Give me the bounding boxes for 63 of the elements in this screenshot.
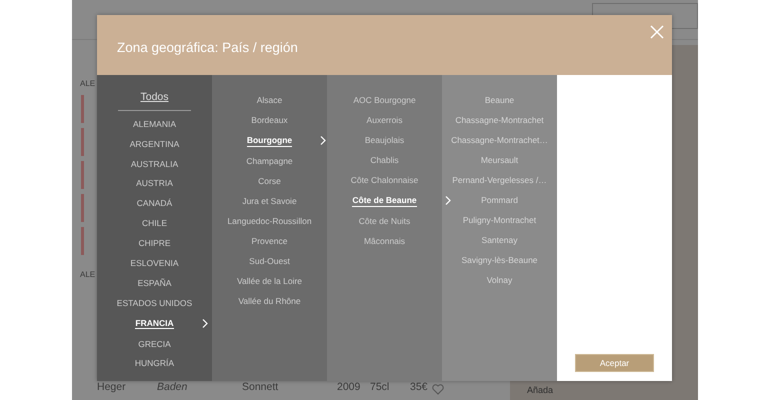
all-option[interactable]: Todos [118, 90, 191, 111]
region-option[interactable]: HUNGRÍA [134, 359, 174, 369]
region-option[interactable]: AUSTRALIA [130, 160, 178, 170]
region-option[interactable]: ALEMANIA [133, 120, 176, 130]
region-option[interactable]: ESLOVENIA [130, 258, 179, 268]
region-option[interactable]: ESPAÑA [138, 278, 172, 288]
heart-icon[interactable] [432, 384, 444, 395]
vintage-cell-text: 2009 [337, 382, 362, 395]
region-option[interactable]: Mâconnais [364, 237, 406, 246]
region-option[interactable]: Vallée de la Loire [236, 277, 302, 286]
price-cell-text: 35€ [410, 382, 429, 395]
row-marker [81, 161, 84, 189]
region-option[interactable]: Beaujolais [364, 136, 404, 146]
region-option[interactable]: Beaune [484, 96, 514, 106]
region-option[interactable]: Côte Chalonnaise [350, 176, 418, 186]
wine-name-cell-text: Sonnett [242, 382, 280, 395]
region-option[interactable]: Santenay [482, 236, 518, 246]
region-option[interactable]: CHILE [142, 219, 168, 229]
row-marker [81, 95, 84, 123]
region-option[interactable]: Languedoc-Roussillon [227, 217, 312, 226]
region-option[interactable]: AUSTRIA [136, 179, 173, 189]
region-option[interactable]: CHIPRE [138, 239, 171, 249]
size-cell-text: 75cl [370, 382, 390, 395]
accept-button[interactable]: Aceptar [575, 354, 654, 372]
region-option[interactable]: Chablis [370, 156, 399, 166]
section-label: ALE [80, 269, 96, 281]
close-icon [650, 25, 664, 40]
region-option[interactable]: GRECIA [138, 340, 171, 350]
region-option[interactable]: Volnay [486, 276, 512, 286]
region-option[interactable]: Provence [252, 237, 288, 246]
row-marker [81, 194, 84, 222]
region-option[interactable]: Chassagne-Montrachet… [451, 136, 548, 146]
row-marker [81, 128, 84, 156]
region-option[interactable]: Puligny-Montrachet [462, 216, 536, 226]
region-option[interactable]: AOC Bourgogne [353, 96, 416, 106]
region-option[interactable]: CANADÁ [136, 199, 172, 209]
producer-cell-text: Heger [97, 382, 127, 395]
region-option[interactable]: ARGENTINA [130, 140, 180, 150]
region-option[interactable]: Sud-Ouest [249, 257, 290, 266]
row-marker [81, 227, 84, 255]
region-option[interactable]: Savigny-lès-Beaune [461, 256, 538, 266]
region-option[interactable]: Alsace [256, 96, 282, 106]
region-option[interactable]: Côte de Nuits [358, 217, 410, 226]
region-option[interactable]: ESTADOS UNIDOS [116, 298, 192, 308]
region-option[interactable]: FRANCIA [135, 318, 174, 330]
region-option[interactable]: Corse [258, 177, 281, 186]
chevron-right-icon [444, 196, 451, 205]
region-option[interactable]: Bourgogne [246, 136, 292, 146]
dialog-title: Zona geográfica: País / región [117, 40, 298, 55]
region-cell-text: Baden [157, 382, 188, 395]
region-option[interactable]: Chassagne-Montrachet [455, 116, 544, 126]
region-option[interactable]: Auxerrois [366, 116, 402, 126]
region-option[interactable]: Pernand-Vergelesses /… [452, 176, 547, 186]
section-label: ALE [80, 78, 96, 90]
region-option[interactable]: Jura et Savoie [242, 197, 297, 206]
region-option[interactable]: Vallée du Rhône [238, 297, 301, 306]
region-option[interactable]: Bordeaux [251, 116, 288, 126]
region-option[interactable]: Champagne [246, 157, 293, 166]
vintage-label: Añada [527, 384, 554, 397]
region-option[interactable]: Pommard [481, 196, 518, 206]
chevron-right-icon [320, 136, 326, 145]
chevron-right-icon [202, 318, 208, 328]
region-option[interactable]: Meursault [480, 156, 518, 166]
